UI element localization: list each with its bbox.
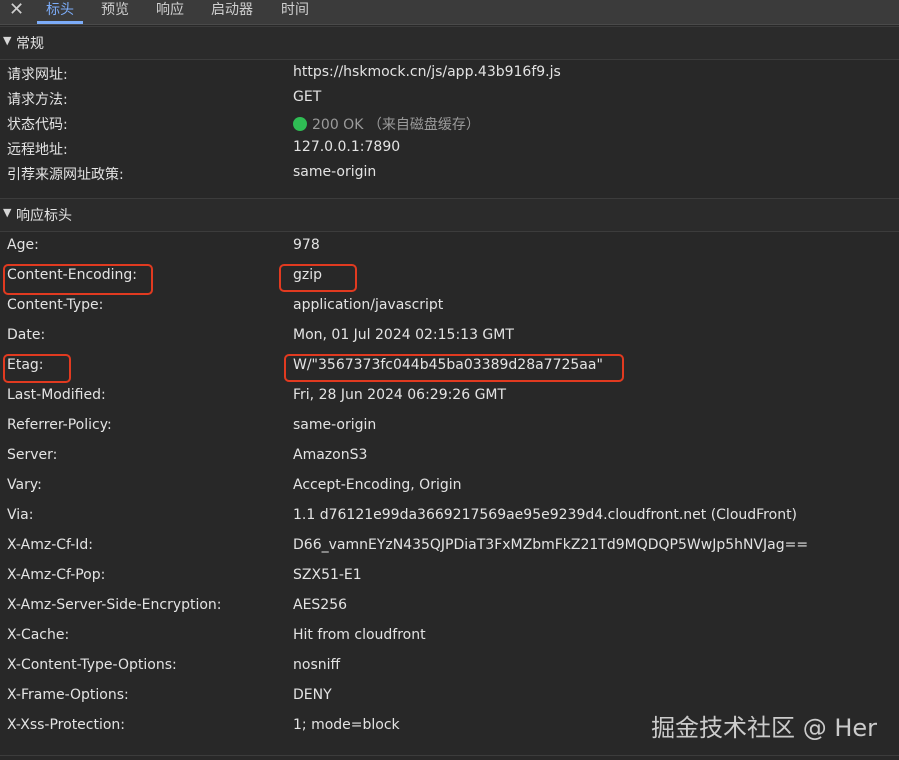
header-value: application/javascript: [293, 297, 444, 313]
general-row-referrer-policy: 引荐来源网址政策: same-origin: [0, 162, 899, 184]
header-key: X-Amz-Cf-Id:: [7, 537, 93, 553]
general-row-request-url: 请求网址: https://hskmock.cn/js/app.43b916f9…: [0, 62, 899, 84]
header-row: X-Content-Type-Options: nosniff: [0, 655, 899, 677]
header-key: X-Xss-Protection:: [7, 717, 126, 733]
header-key: X-Content-Type-Options:: [7, 657, 177, 673]
header-row: Server: AmazonS3: [0, 445, 899, 467]
row-key: 引荐来源网址政策:: [7, 167, 124, 183]
header-value: same-origin: [293, 417, 377, 433]
header-key: Server:: [7, 447, 58, 463]
general-row-request-method: 请求方法: GET: [0, 87, 899, 109]
highlight-box-etag-key: [3, 354, 71, 383]
header-value: SZX51-E1: [293, 567, 362, 583]
row-value: GET: [293, 89, 322, 105]
header-row: Vary: Accept-Encoding, Origin: [0, 475, 899, 497]
general-section-title: 常规: [16, 36, 44, 52]
response-headers-section-header[interactable]: ▼ 响应标头: [0, 198, 899, 232]
header-row: X-Amz-Cf-Id: D66_vamnEYzN435QJPDiaT3FxMZ…: [0, 535, 899, 557]
tab-preview[interactable]: 预览: [101, 0, 129, 24]
status-ok-icon: [293, 117, 307, 131]
header-key: Vary:: [7, 477, 42, 493]
header-key: X-Amz-Cf-Pop:: [7, 567, 106, 583]
row-value: https://hskmock.cn/js/app.43b916f9.js: [293, 64, 561, 80]
header-row: X-Frame-Options: DENY: [0, 685, 899, 707]
header-row: Content-Type: application/javascript: [0, 295, 899, 317]
header-key: X-Frame-Options:: [7, 687, 129, 703]
header-value: nosniff: [293, 657, 341, 673]
tab-response[interactable]: 响应: [156, 0, 184, 24]
header-key: Referrer-Policy:: [7, 417, 112, 433]
header-value: 978: [293, 237, 320, 253]
header-value: DENY: [293, 687, 332, 703]
header-row: Age: 978: [0, 235, 899, 257]
header-key: X-Amz-Server-Side-Encryption:: [7, 597, 222, 613]
row-key: 请求网址:: [7, 67, 68, 83]
header-key: Content-Type:: [7, 297, 104, 313]
header-value: 1.1 d76121e99da3669217569ae95e9239d4.clo…: [293, 507, 798, 523]
header-row: Via: 1.1 d76121e99da3669217569ae95e9239d…: [0, 505, 899, 527]
general-row-remote-address: 远程地址: 127.0.0.1:7890: [0, 137, 899, 159]
header-key: X-Cache:: [7, 627, 70, 643]
header-value: Fri, 28 Jun 2024 06:29:26 GMT: [293, 387, 507, 403]
highlight-box-content-encoding-key: [3, 264, 153, 295]
collapse-triangle-icon[interactable]: ▼: [3, 206, 11, 219]
general-section-header[interactable]: ▼ 常规: [0, 26, 899, 60]
header-row: X-Amz-Cf-Pop: SZX51-E1: [0, 565, 899, 587]
header-row: Last-Modified: Fri, 28 Jun 2024 06:29:26…: [0, 385, 899, 407]
row-key: 请求方法:: [7, 92, 68, 108]
highlight-box-content-encoding-value: [279, 264, 357, 292]
header-value: Mon, 01 Jul 2024 02:15:13 GMT: [293, 327, 514, 343]
header-row: X-Amz-Server-Side-Encryption: AES256: [0, 595, 899, 617]
header-value: Accept-Encoding, Origin: [293, 477, 462, 493]
header-key: Via:: [7, 507, 34, 523]
tab-headers[interactable]: 标头: [37, 0, 83, 24]
devtools-tab-bar: ✕ 标头 预览 响应 启动器 时间: [0, 0, 899, 25]
header-value: AmazonS3: [293, 447, 368, 463]
row-value: 127.0.0.1:7890: [293, 139, 401, 155]
row-value: same-origin: [293, 164, 377, 180]
highlight-box-etag-value: [284, 354, 624, 382]
close-icon[interactable]: ✕: [9, 0, 24, 20]
row-key: 远程地址:: [7, 142, 68, 158]
header-row: Date: Mon, 01 Jul 2024 02:15:13 GMT: [0, 325, 899, 347]
row-value: 200 OK （来自磁盘缓存）: [293, 114, 480, 134]
status-text: 200 OK （来自磁盘缓存）: [312, 117, 480, 133]
tab-timing[interactable]: 时间: [281, 0, 309, 24]
response-headers-section-title: 响应标头: [16, 208, 72, 224]
header-key: Age:: [7, 237, 39, 253]
general-row-status-code: 状态代码: 200 OK （来自磁盘缓存）: [0, 112, 899, 134]
watermark: 掘金技术社区 @ Her: [651, 714, 877, 742]
header-value: Hit from cloudfront: [293, 627, 426, 643]
collapse-triangle-icon[interactable]: ▼: [3, 34, 11, 47]
divider: [0, 755, 899, 756]
header-value: D66_vamnEYzN435QJPDiaT3FxMZbmFkZ21Td9MQD…: [293, 537, 809, 553]
header-value: AES256: [293, 597, 348, 613]
header-value: 1; mode=block: [293, 717, 400, 733]
header-row: Referrer-Policy: same-origin: [0, 415, 899, 437]
header-key: Date:: [7, 327, 46, 343]
row-key: 状态代码:: [7, 117, 68, 133]
header-key: Last-Modified:: [7, 387, 106, 403]
header-row: X-Cache: Hit from cloudfront: [0, 625, 899, 647]
tab-initiator[interactable]: 启动器: [211, 0, 253, 24]
